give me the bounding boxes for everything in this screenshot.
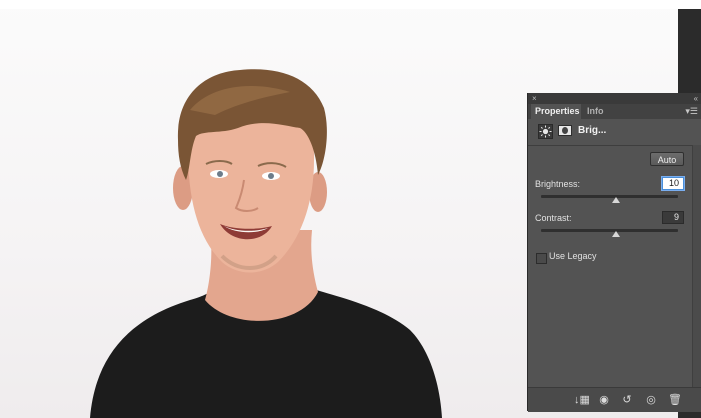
auto-button[interactable]: Auto bbox=[650, 152, 684, 166]
panel-menu-icon[interactable]: ▾☰ bbox=[685, 104, 698, 119]
panel-bottom-toolbar: ↓▦ ◉ ↺ ◎ 🗑 bbox=[528, 387, 701, 412]
tab-info[interactable]: Info bbox=[583, 104, 608, 119]
adjustment-name: Brig... bbox=[578, 125, 607, 136]
use-legacy-checkbox[interactable] bbox=[536, 253, 547, 264]
panel-scrollbar[interactable] bbox=[692, 145, 701, 389]
tab-properties[interactable]: Properties bbox=[531, 104, 581, 119]
brightness-value-field[interactable]: 10 bbox=[662, 177, 684, 190]
reset-icon[interactable]: ↺ bbox=[621, 394, 633, 406]
panel-tabs: Properties Info ▾☰ bbox=[528, 104, 701, 119]
brightness-label: Brightness: bbox=[535, 179, 581, 189]
brightness-slider-track[interactable] bbox=[541, 195, 678, 198]
use-legacy-label: Use Legacy bbox=[549, 251, 597, 261]
layer-mask-icon[interactable] bbox=[558, 125, 572, 136]
brightness-slider-thumb[interactable] bbox=[612, 197, 621, 203]
properties-panel: × ‹‹ Properties Info ▾☰ Brig... Auto Bri… bbox=[527, 93, 701, 412]
clip-to-layer-icon[interactable]: ↓▦ bbox=[574, 394, 590, 406]
contrast-slider-track[interactable] bbox=[541, 229, 678, 232]
visibility-icon[interactable]: ◎ bbox=[645, 394, 657, 406]
adjustment-header: Brig... bbox=[528, 119, 701, 146]
contrast-slider-thumb[interactable] bbox=[612, 231, 621, 237]
brightness-adjustment-icon[interactable] bbox=[538, 124, 553, 139]
contrast-value-field[interactable]: 9 bbox=[662, 211, 684, 224]
delete-icon[interactable]: 🗑 bbox=[668, 394, 682, 406]
close-icon[interactable]: × bbox=[532, 93, 537, 104]
contrast-label: Contrast: bbox=[535, 213, 572, 223]
view-previous-icon[interactable]: ◉ bbox=[598, 394, 610, 406]
collapse-icon[interactable]: ‹‹ bbox=[694, 93, 698, 104]
panel-title-strip[interactable]: × ‹‹ bbox=[528, 93, 701, 104]
